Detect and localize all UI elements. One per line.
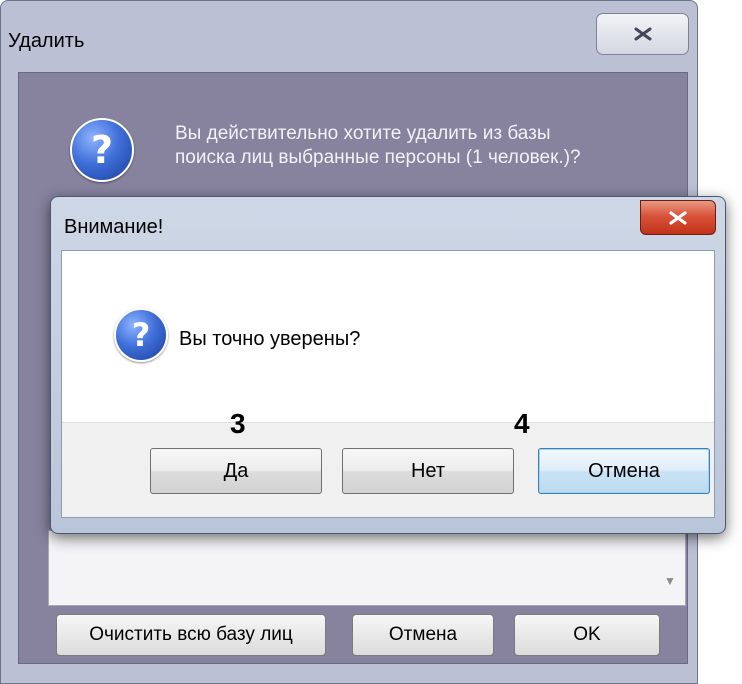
delete-dialog-close-button[interactable] [596,13,689,55]
no-button[interactable]: Нет [342,448,514,494]
attention-cancel-button[interactable]: Отмена [538,448,710,494]
callout-number-4: 4 [514,408,530,439]
close-icon [669,210,687,225]
persons-list[interactable] [48,530,686,606]
attention-dialog-title: Внимание! [64,216,164,238]
question-icon: ? [114,308,168,362]
delete-dialog-message-line1: Вы действительно хотите удалить из базы [175,123,551,144]
clear-all-faces-button[interactable]: Очистить всю базу лиц [56,614,326,656]
close-icon [634,27,651,41]
yes-button[interactable]: Да [150,448,322,494]
scroll-down-arrow-icon[interactable]: ▼ [664,574,676,588]
question-icon: ? [70,118,134,182]
delete-dialog-title: Удалить [8,30,85,52]
attention-dialog-message: Вы точно уверены? [179,328,361,350]
delete-dialog-ok-button[interactable]: OK [514,614,660,656]
delete-dialog-message-line2: поиска лиц выбранные персоны (1 человек.… [175,147,581,168]
delete-dialog-message: Вы действительно хотите удалить из базы … [175,122,675,170]
delete-dialog-cancel-button[interactable]: Отмена [352,614,494,656]
attention-dialog-close-button[interactable] [640,200,716,235]
callout-number-3: 3 [230,408,246,439]
